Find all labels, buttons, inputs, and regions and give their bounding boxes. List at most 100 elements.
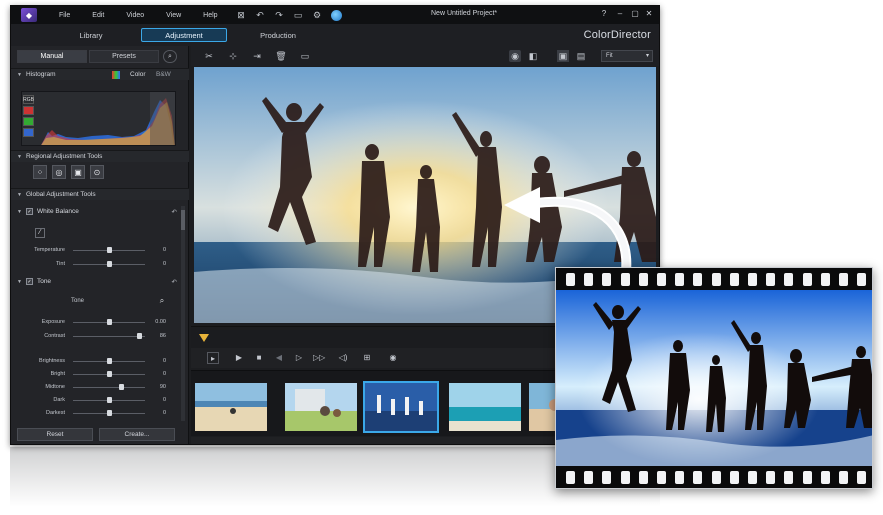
app-logo-icon: ◆ — [21, 8, 37, 22]
slider-track[interactable] — [73, 247, 145, 253]
histogram-header[interactable]: ▼ Histogram Color B&W — [11, 68, 189, 80]
red-channel-button[interactable] — [23, 106, 34, 115]
display-icon[interactable]: ▭ — [293, 10, 304, 21]
slider-track[interactable] — [73, 319, 145, 325]
stop-icon[interactable]: ■ — [253, 352, 265, 364]
next-frame-icon[interactable]: ▷ — [293, 352, 305, 364]
white-balance-title: White Balance — [36, 208, 79, 215]
rgb-channel-button[interactable]: RGB — [23, 95, 34, 104]
reset-button[interactable]: Reset — [17, 428, 93, 441]
white-balance-checkbox[interactable]: ✓ — [25, 208, 33, 215]
spot-tool-icon[interactable]: ⊙ — [90, 165, 104, 179]
film-perforation — [693, 471, 703, 484]
zoom-fit-select[interactable]: Fit ▾ — [601, 50, 653, 62]
settings-icon[interactable]: ⚙ — [312, 10, 323, 21]
menu-video[interactable]: Video — [126, 12, 144, 19]
panel-scrollbar-thumb[interactable] — [181, 210, 185, 230]
slider-handle[interactable] — [106, 410, 112, 416]
radial-tool-icon[interactable]: ◎ — [52, 165, 66, 179]
slider-track[interactable] — [73, 333, 145, 339]
globe-icon[interactable] — [330, 9, 342, 21]
tab-production[interactable]: Production — [237, 28, 319, 42]
maximize-icon[interactable]: ▢ — [630, 9, 640, 18]
tab-library[interactable]: Library — [51, 28, 131, 42]
fullscreen-icon[interactable]: ▣ — [557, 50, 569, 62]
film-perforation — [748, 273, 757, 286]
crop-icon[interactable]: ✂ — [203, 50, 215, 62]
slider-handle[interactable] — [106, 358, 112, 364]
film-perforation — [638, 273, 648, 286]
create-preset-button[interactable]: Create... — [99, 428, 175, 441]
menu-help[interactable]: Help — [203, 12, 217, 19]
green-channel-button[interactable] — [23, 117, 34, 126]
reset-arrow-icon[interactable]: ↶ — [172, 278, 177, 286]
white-balance-header[interactable]: ▼ ✓ White Balance ↶ — [17, 206, 177, 217]
media-thumbnail[interactable] — [447, 381, 523, 433]
film-perforation — [657, 273, 666, 286]
eye-icon[interactable]: ◉ — [387, 352, 399, 364]
undo-icon[interactable]: ↶ — [255, 10, 266, 21]
preview-icon[interactable]: ◉ — [509, 50, 521, 62]
tone-header[interactable]: ▼ ✓ Tone ↶ — [17, 276, 177, 287]
redo-icon[interactable]: ↷ — [274, 10, 285, 21]
volume-icon[interactable]: ◁) — [337, 352, 349, 364]
histogram-bw-toggle[interactable]: B&W — [156, 71, 171, 78]
menu-view[interactable]: View — [166, 12, 181, 19]
tab-manual[interactable]: Manual — [17, 50, 87, 63]
slider-track[interactable] — [73, 410, 145, 416]
slider-label: Midtone — [45, 384, 65, 390]
viewer-toolbar: ✂ ⊹ ⇥ 🗑 ▭ ◉ ◧ ▣ ▤ Fit ▾ — [191, 46, 659, 66]
slider-handle[interactable] — [106, 397, 112, 403]
menu-file[interactable]: File — [59, 12, 70, 19]
slider-track[interactable] — [73, 371, 145, 377]
slider-handle[interactable] — [137, 333, 143, 339]
mark-in-icon[interactable]: ▸ — [207, 352, 219, 364]
tone-picker-icon[interactable]: ⌕ — [157, 296, 167, 306]
media-thumbnail[interactable] — [193, 381, 269, 433]
playhead-marker[interactable] — [199, 334, 209, 342]
histogram-color-toggle[interactable]: Color — [130, 71, 146, 78]
slider-handle[interactable] — [106, 247, 112, 253]
tone-checkbox[interactable]: ✓ — [25, 278, 33, 285]
minimize-icon[interactable]: – — [615, 9, 625, 18]
slider-track[interactable] — [73, 358, 145, 364]
menu-edit[interactable]: Edit — [92, 12, 104, 19]
compare-icon[interactable]: ◧ — [527, 50, 539, 62]
slider-handle[interactable] — [106, 371, 112, 377]
snapshot-icon[interactable]: ▭ — [299, 50, 311, 62]
slider-track[interactable] — [73, 397, 145, 403]
straighten-icon[interactable]: ⊹ — [227, 50, 239, 62]
eyedropper-icon[interactable]: ⁄ — [35, 228, 45, 238]
slider-handle[interactable] — [106, 319, 112, 325]
slider-handle[interactable] — [119, 384, 125, 390]
gradient-tool-icon[interactable]: ▣ — [71, 165, 85, 179]
collapse-arrow-icon: ▼ — [17, 191, 22, 198]
media-thumbnail-selected[interactable] — [363, 381, 439, 433]
slider-handle[interactable] — [106, 261, 112, 267]
close-icon[interactable]: ✕ — [644, 9, 654, 18]
regional-tools-header[interactable]: ▼ Regional Adjustment Tools — [11, 150, 189, 162]
fast-forward-icon[interactable]: ▷▷ — [313, 352, 325, 364]
help-icon[interactable]: ? — [599, 9, 609, 18]
reset-arrow-icon[interactable]: ↶ — [172, 208, 177, 216]
grid-icon[interactable]: ▤ — [575, 50, 587, 62]
slider-value: 0 — [162, 371, 166, 377]
tab-presets[interactable]: Presets — [89, 50, 159, 63]
collapse-arrow-icon: ▼ — [17, 71, 22, 78]
blue-channel-button[interactable] — [23, 128, 34, 137]
media-thumbnail[interactable] — [283, 381, 359, 433]
import-icon[interactable]: ⊠ — [236, 10, 247, 21]
slider-track[interactable] — [73, 261, 145, 267]
brush-tool-icon[interactable]: ⁘ — [33, 165, 47, 179]
global-tools-header[interactable]: ▼ Global Adjustment Tools — [11, 188, 189, 200]
play-icon[interactable]: ▶ — [233, 352, 245, 364]
split-icon[interactable]: ⇥ — [251, 50, 263, 62]
search-icon[interactable]: ⌕ — [163, 50, 177, 63]
previous-frame-icon[interactable]: ◀ — [273, 352, 285, 364]
tab-adjustment[interactable]: Adjustment — [141, 28, 227, 42]
panel-scrollbar[interactable] — [181, 206, 185, 421]
slider-track[interactable] — [73, 384, 145, 390]
film-perforation — [748, 471, 757, 484]
delete-icon[interactable]: 🗑 — [275, 50, 287, 62]
snapshot-grid-icon[interactable]: ⊞ — [361, 352, 373, 364]
